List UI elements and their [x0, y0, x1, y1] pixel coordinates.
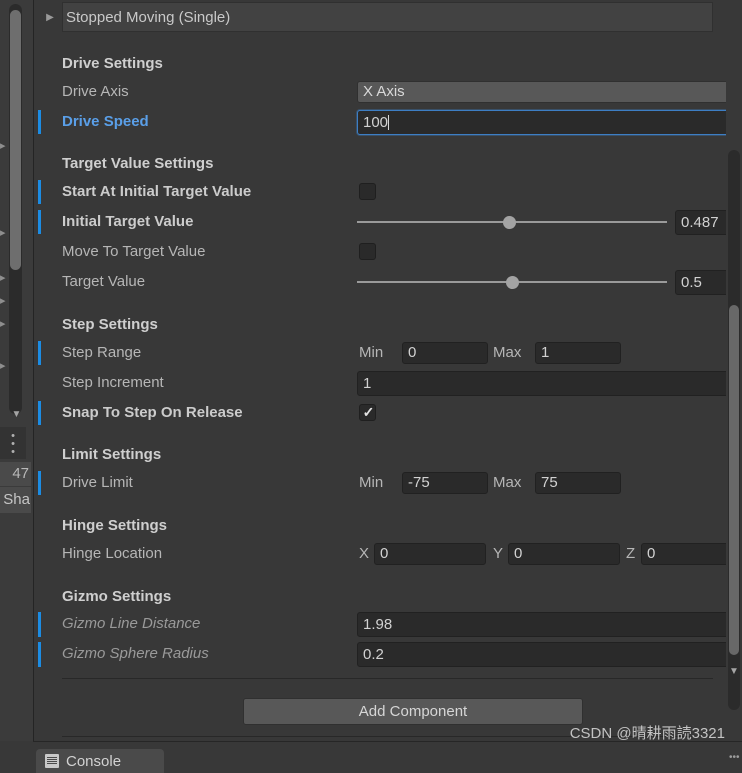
hinge-location-z-value: 0: [647, 545, 656, 562]
drive-limit-max-input[interactable]: 75: [535, 472, 621, 494]
drive-axis-dropdown[interactable]: X Axis ▼: [357, 81, 742, 103]
triangle-right-icon[interactable]: ▶: [42, 12, 58, 23]
start-at-initial-target-value-checkbox[interactable]: [359, 183, 376, 200]
label-initial-target-value: Initial Target Value: [62, 213, 194, 230]
slider-knob[interactable]: [503, 216, 516, 229]
scroll-down-icon[interactable]: ▼: [728, 665, 740, 679]
snap-to-step-on-release-checkbox[interactable]: ✓: [359, 404, 376, 421]
row-snap-to-step-on-release: Snap To Step On Release ✓: [34, 401, 724, 425]
section-title-step-settings: Step Settings: [62, 316, 158, 333]
drive-limit-max-prefix: Max: [493, 474, 522, 491]
gizmo-sphere-radius-value: 0.2: [363, 646, 384, 663]
add-component-button[interactable]: Add Component: [243, 698, 583, 725]
initial-target-value: 0.487: [681, 214, 719, 231]
step-range-max-value: 1: [541, 344, 550, 361]
section-title-hinge-settings: Hinge Settings: [62, 517, 168, 534]
hierarchy-scroll-down-icon[interactable]: ▼: [10, 408, 23, 422]
hinge-location-y-prefix: Y: [493, 545, 504, 562]
drive-speed-value: 100: [363, 114, 389, 131]
step-increment-value: 1: [363, 375, 372, 392]
hierarchy-strip: ▸ ▸ ▸ ▸ ▸ ▸ ▼ • • • 47 Sha: [0, 0, 33, 771]
hierarchy-scrollbar-thumb[interactable]: [10, 10, 21, 270]
inspector-panel: ▶ Stopped Moving (Single) Drive Settings…: [33, 0, 742, 741]
event-foldout-row[interactable]: ▶ Stopped Moving (Single): [46, 2, 713, 32]
drive-limit-max-value: 75: [541, 474, 558, 491]
label-step-range: Step Range: [62, 344, 142, 361]
section-title-drive-settings: Drive Settings: [62, 55, 163, 72]
watermark-text: CSDN @晴耕雨読3321: [569, 725, 725, 742]
hinge-location-x-prefix: X: [359, 545, 370, 562]
step-range-min-prefix: Min: [359, 344, 384, 361]
row-drive-axis: Drive Axis X Axis ▼: [34, 80, 742, 104]
inspector-scrollbar[interactable]: ▼: [726, 0, 742, 741]
section-title-limit-settings: Limit Settings: [62, 446, 162, 463]
gizmo-line-distance-value: 1.98: [363, 616, 393, 633]
section-title-gizmo-settings: Gizmo Settings: [62, 588, 172, 605]
console-tab-label: Console: [66, 752, 122, 770]
label-start-at-initial-target-value: Start At Initial Target Value: [62, 183, 252, 200]
label-step-increment: Step Increment: [62, 374, 164, 391]
step-range-min-input[interactable]: 0: [402, 342, 488, 364]
row-move-to-target-value: Move To Target Value: [34, 240, 724, 264]
drive-axis-value: X Axis: [363, 83, 405, 100]
bottom-dock-bar: Console: [0, 741, 742, 773]
label-drive-limit: Drive Limit: [62, 474, 133, 491]
section-title-target-value-settings: Target Value Settings: [62, 155, 214, 172]
step-range-min-value: 0: [408, 344, 417, 361]
label-drive-axis: Drive Axis: [62, 83, 129, 100]
hinge-location-y-input[interactable]: 0: [508, 543, 620, 565]
row-drive-speed: Drive Speed 100: [34, 110, 742, 135]
hierarchy-kebab-icon[interactable]: • • •: [0, 427, 26, 459]
drive-limit-min-prefix: Min: [359, 474, 384, 491]
checkmark-icon: ✓: [362, 404, 375, 420]
hierarchy-row-number: 47: [0, 462, 31, 486]
row-initial-target-value: Initial Target Value 0.487: [34, 210, 742, 235]
target-value: 0.5: [681, 274, 702, 291]
row-gizmo-sphere-radius: Gizmo Sphere Radius 0.2: [34, 642, 742, 667]
move-to-target-value-checkbox[interactable]: [359, 243, 376, 260]
scrollbar-thumb[interactable]: [729, 305, 739, 655]
label-gizmo-line-distance: Gizmo Line Distance: [62, 615, 201, 632]
hinge-location-x-value: 0: [380, 545, 389, 562]
row-hinge-location: Hinge Location X 0 Y 0 Z 0: [34, 542, 742, 566]
hinge-location-x-input[interactable]: 0: [374, 543, 486, 565]
row-step-increment: Step Increment 1: [34, 371, 742, 396]
step-increment-input[interactable]: 1: [357, 371, 742, 396]
target-value-slider[interactable]: [357, 272, 667, 292]
row-start-at-initial-target-value: Start At Initial Target Value: [34, 180, 724, 204]
hinge-location-y-value: 0: [514, 545, 523, 562]
inspector-divider: [62, 678, 713, 679]
label-hinge-location: Hinge Location: [62, 545, 163, 562]
initial-target-value-slider[interactable]: [357, 212, 667, 232]
gizmo-line-distance-input[interactable]: 1.98: [357, 612, 742, 637]
step-range-max-prefix: Max: [493, 344, 522, 361]
hierarchy-row-text: Sha: [0, 487, 31, 513]
row-drive-limit: Drive Limit Min -75 Max 75: [34, 471, 724, 495]
label-move-to-target-value: Move To Target Value: [62, 243, 206, 260]
row-gizmo-line-distance: Gizmo Line Distance 1.98: [34, 612, 742, 637]
label-drive-speed: Drive Speed: [62, 113, 149, 130]
hinge-location-z-prefix: Z: [626, 545, 636, 562]
text-caret: [388, 115, 390, 130]
event-foldout-label: Stopped Moving (Single): [66, 8, 231, 26]
slider-knob[interactable]: [506, 276, 519, 289]
label-snap-to-step-on-release: Snap To Step On Release: [62, 404, 243, 421]
panel-options-kebab-icon[interactable]: •••: [729, 753, 740, 763]
step-range-max-input[interactable]: 1: [535, 342, 621, 364]
drive-limit-min-input[interactable]: -75: [402, 472, 488, 494]
tab-console[interactable]: Console: [36, 749, 164, 773]
drive-speed-input[interactable]: 100: [357, 110, 742, 135]
gizmo-sphere-radius-input[interactable]: 0.2: [357, 642, 742, 667]
label-target-value: Target Value: [62, 273, 146, 290]
drive-limit-min-value: -75: [408, 474, 430, 491]
console-list-icon: [45, 754, 59, 768]
label-gizmo-sphere-radius: Gizmo Sphere Radius: [62, 645, 209, 662]
row-target-value: Target Value 0.5: [34, 270, 742, 295]
row-step-range: Step Range Min 0 Max 1: [34, 341, 724, 365]
